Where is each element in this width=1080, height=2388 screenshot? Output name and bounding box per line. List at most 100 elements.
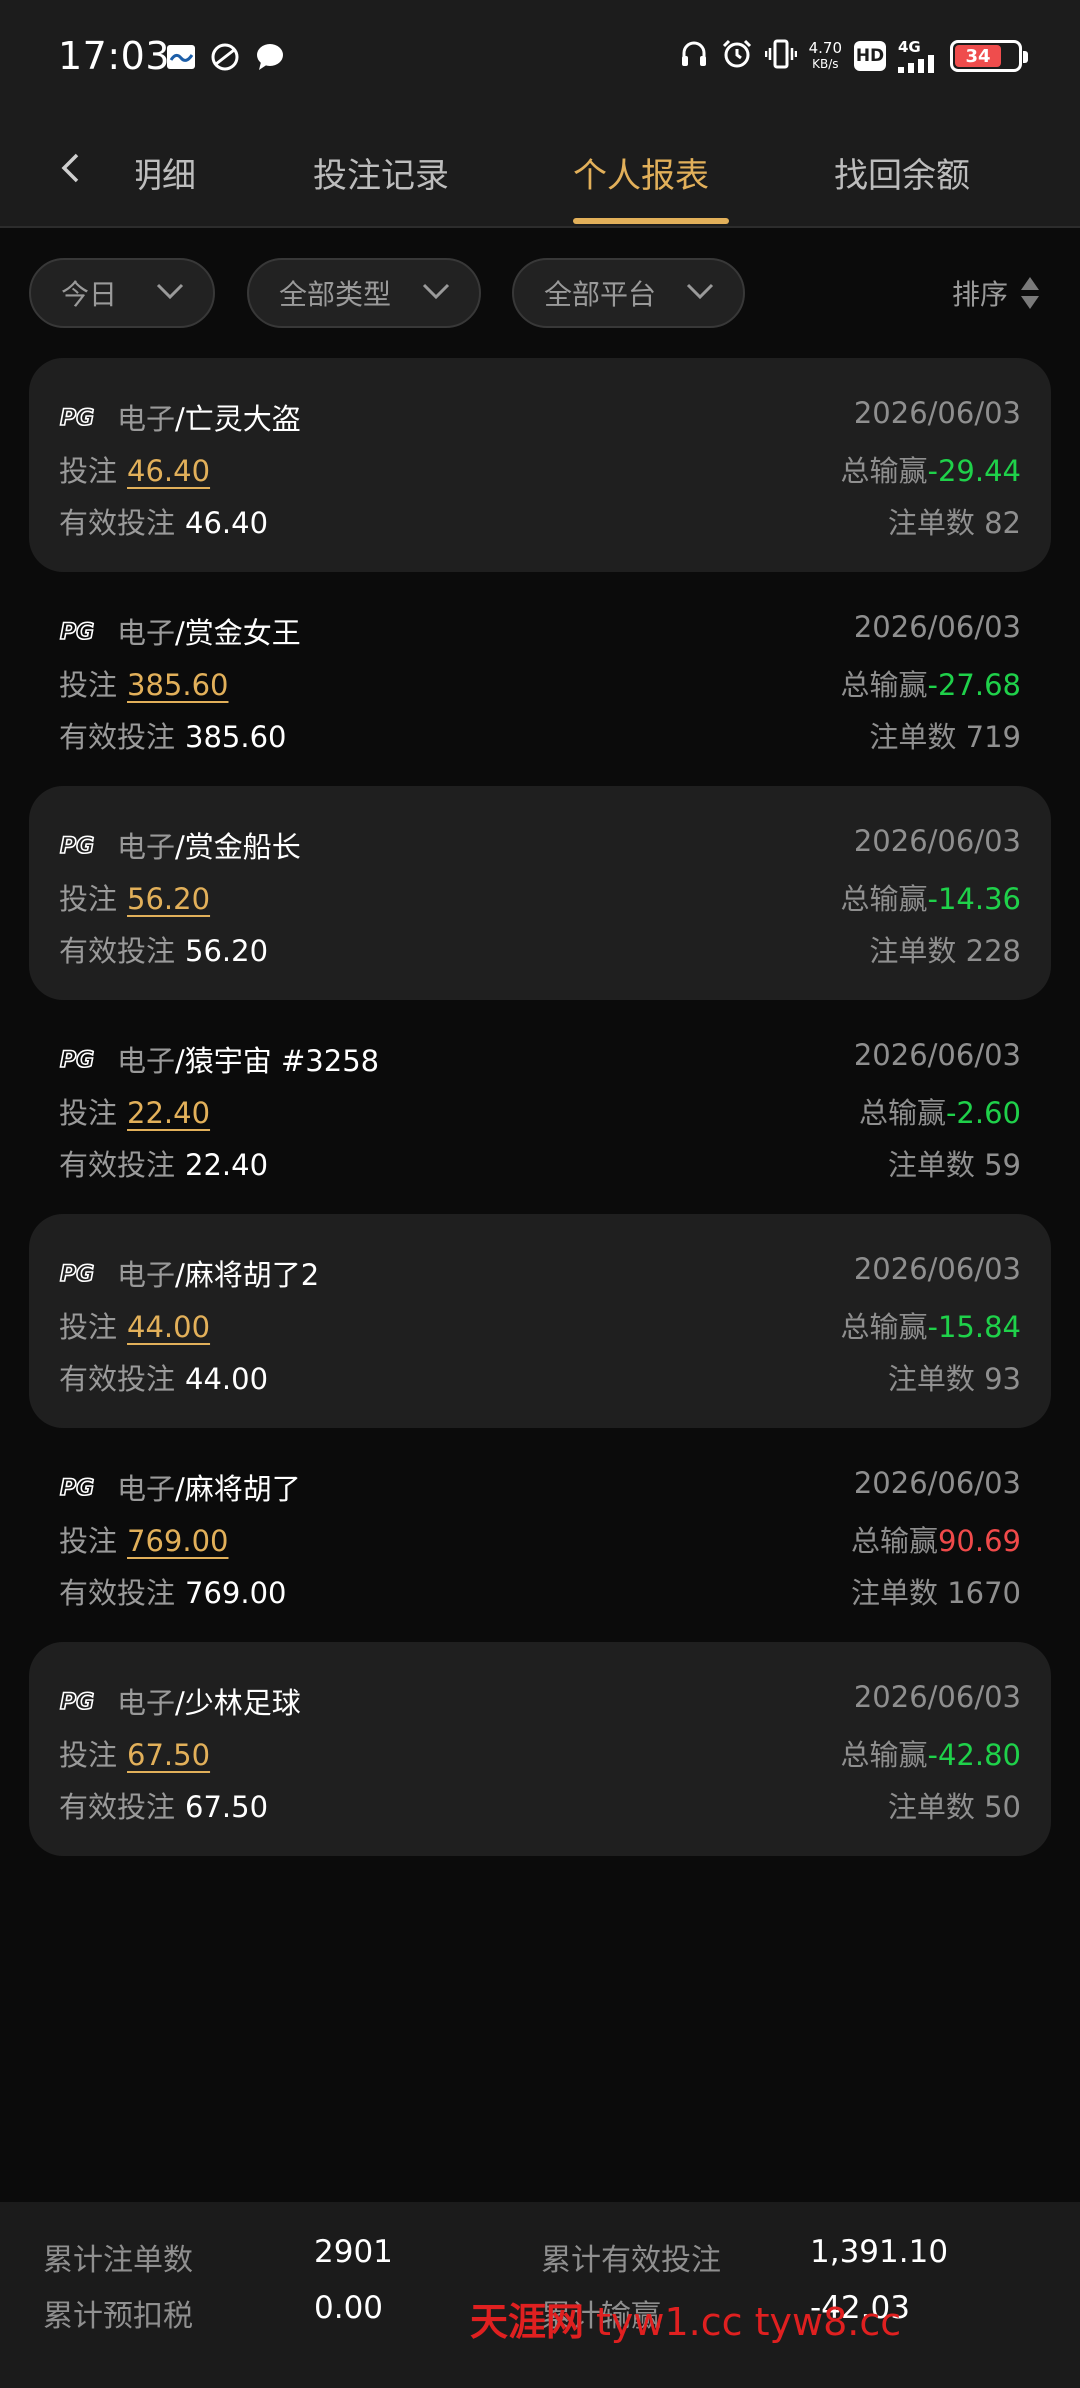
order-count-value: 93 — [984, 1362, 1021, 1396]
record-pnl: 总输赢-27.68 — [840, 662, 1021, 704]
platform-filter[interactable]: 全部平台 — [512, 258, 745, 328]
valid-bet-label: 有效投注 — [59, 720, 176, 754]
record-order-count: 注单数 1670 — [851, 1570, 1021, 1612]
record-order-count: 注单数 59 — [888, 1142, 1021, 1184]
order-count-label: 注单数 — [869, 720, 957, 754]
svg-text:PG: PG — [60, 406, 94, 429]
record-order-count: 注单数 93 — [888, 1356, 1021, 1398]
record-order-count: 注单数 82 — [888, 500, 1021, 542]
record-card[interactable]: PG 电子 /亡灵大盗 投注 46.40 有效投注 46.40 2026/06/03… — [29, 358, 1051, 572]
bet-amount-link[interactable]: 67.50 — [127, 1738, 210, 1772]
bet-label: 投注 — [59, 1310, 118, 1344]
category-filter-label: 全部类型 — [279, 278, 392, 311]
record-bet-row: 投注 46.40 — [59, 448, 210, 490]
record-valid-bet-row: 有效投注 67.50 — [59, 1784, 268, 1826]
record-title: PG 电子 /赏金船长 — [59, 824, 301, 866]
pg-logo-icon: PG — [59, 405, 95, 429]
tab-details[interactable]: 明细 — [136, 148, 196, 197]
bet-label: 投注 — [59, 668, 118, 702]
record-valid-bet-row: 有效投注 44.00 — [59, 1356, 268, 1398]
record-bet-row: 投注 385.60 — [59, 662, 229, 704]
total-valid-bet-value: 1,391.10 — [810, 2234, 949, 2270]
record-title: PG 电子 /麻将胡了2 — [59, 1252, 319, 1294]
status-indicators: 4.70 KB/s HD 4G 34 — [679, 34, 1028, 78]
pnl-label: 总输赢 — [840, 668, 928, 702]
record-game-name: /麻将胡了2 — [175, 1258, 320, 1292]
tab-bet-records[interactable]: 投注记录 — [313, 148, 449, 197]
record-type: 电子 — [117, 1258, 176, 1292]
record-card[interactable]: PG 电子 /赏金女王 投注 385.60 有效投注 385.60 2026/06/… — [29, 572, 1051, 786]
pnl-value: -29.44 — [927, 454, 1022, 488]
total-tax-value: 0.00 — [314, 2290, 384, 2326]
record-card[interactable]: PG 电子 /少林足球 投注 67.50 有效投注 67.50 2026/06/03… — [29, 1642, 1051, 1856]
order-count-label: 注单数 — [850, 1576, 938, 1610]
svg-text:PG: PG — [60, 1690, 94, 1713]
svg-text:PG: PG — [60, 1262, 94, 1285]
record-type: 电子 — [117, 616, 176, 650]
record-type: 电子 — [117, 1686, 176, 1720]
record-game-name: /少林足球 — [175, 1686, 301, 1720]
order-count-label: 注单数 — [887, 1790, 975, 1824]
bet-amount-link[interactable]: 46.40 — [127, 454, 210, 488]
total-valid-bet-label: 累计有效投注 — [541, 2243, 721, 2278]
date-filter-label: 今日 — [61, 278, 118, 311]
tab-personal-report[interactable]: 个人报表 — [573, 148, 709, 197]
pnl-label: 总输赢 — [850, 1524, 938, 1558]
pnl-label: 总输赢 — [858, 1096, 946, 1130]
valid-bet-label: 有效投注 — [59, 1576, 176, 1610]
valid-bet-label: 有效投注 — [59, 1362, 176, 1396]
record-valid-bet-row: 有效投注 56.20 — [59, 928, 268, 970]
browser-app-icon — [210, 42, 240, 72]
network-speed: 4.70 KB/s — [808, 39, 842, 71]
valid-bet-label: 有效投注 — [59, 934, 176, 968]
back-button[interactable] — [50, 148, 90, 188]
alarm-icon — [721, 38, 753, 74]
record-valid-bet-row: 有效投注 385.60 — [59, 714, 287, 756]
record-type: 电子 — [117, 830, 176, 864]
record-type: 电子 — [117, 1472, 176, 1506]
pg-logo-icon: PG — [59, 1047, 95, 1071]
valid-bet-amount: 56.20 — [185, 934, 269, 968]
status-time: 17:03 — [58, 34, 171, 78]
valid-bet-amount: 385.60 — [185, 720, 287, 754]
record-order-count: 注单数 719 — [869, 714, 1021, 756]
category-filter[interactable]: 全部类型 — [247, 258, 481, 328]
bet-amount-link[interactable]: 56.20 — [127, 882, 210, 916]
bet-label: 投注 — [59, 882, 118, 916]
sort-icon — [1021, 277, 1039, 309]
record-date: 2026/06/03 — [853, 824, 1021, 858]
record-title: PG 电子 /少林足球 — [59, 1680, 301, 1722]
pnl-value: -2.60 — [945, 1096, 1021, 1130]
bet-amount-link[interactable]: 385.60 — [127, 668, 228, 702]
hd-badge: HD — [854, 41, 886, 71]
svg-text:PG: PG — [60, 1476, 94, 1499]
bet-label: 投注 — [59, 1096, 118, 1130]
order-count-label: 注单数 — [887, 1148, 975, 1182]
pnl-label: 总输赢 — [840, 882, 928, 916]
tab-recover-balance[interactable]: 找回余额 — [834, 148, 970, 197]
record-card[interactable]: PG 电子 /猿宇宙 #3258 投注 22.40 有效投注 22.40 2026/… — [29, 1000, 1051, 1214]
valid-bet-amount: 44.00 — [185, 1362, 269, 1396]
battery-level: 34 — [955, 45, 1001, 67]
bet-amount-link[interactable]: 44.00 — [127, 1310, 210, 1344]
pnl-value: -15.84 — [927, 1310, 1022, 1344]
bet-amount-link[interactable]: 22.40 — [127, 1096, 210, 1130]
record-bet-row: 投注 44.00 — [59, 1304, 210, 1346]
pnl-value: -14.36 — [927, 882, 1022, 916]
battery-indicator: 34 — [950, 40, 1028, 72]
record-game-name: /猿宇宙 #3258 — [175, 1044, 380, 1078]
valid-bet-amount: 46.40 — [185, 506, 269, 540]
order-count-value: 50 — [984, 1790, 1021, 1824]
record-card[interactable]: PG 电子 /麻将胡了2 投注 44.00 有效投注 44.00 2026/06/0… — [29, 1214, 1051, 1428]
record-pnl: 总输赢-14.36 — [840, 876, 1021, 918]
summary-footer: 累计注单数 2901 累计有效投注 1,391.10 累计预扣税 0.00 累计… — [0, 2202, 1080, 2388]
record-card[interactable]: PG 电子 /麻将胡了 投注 769.00 有效投注 769.00 2026/06/… — [29, 1428, 1051, 1642]
sort-button[interactable]: 排序 — [952, 270, 1040, 316]
record-pnl: 总输赢90.69 — [851, 1518, 1021, 1560]
active-tab-indicator — [573, 218, 729, 224]
svg-text:PG: PG — [60, 834, 94, 857]
pnl-label: 总输赢 — [840, 1310, 928, 1344]
bet-amount-link[interactable]: 769.00 — [127, 1524, 228, 1558]
date-filter[interactable]: 今日 — [29, 258, 215, 328]
record-card[interactable]: PG 电子 /赏金船长 投注 56.20 有效投注 56.20 2026/06/03… — [29, 786, 1051, 1000]
